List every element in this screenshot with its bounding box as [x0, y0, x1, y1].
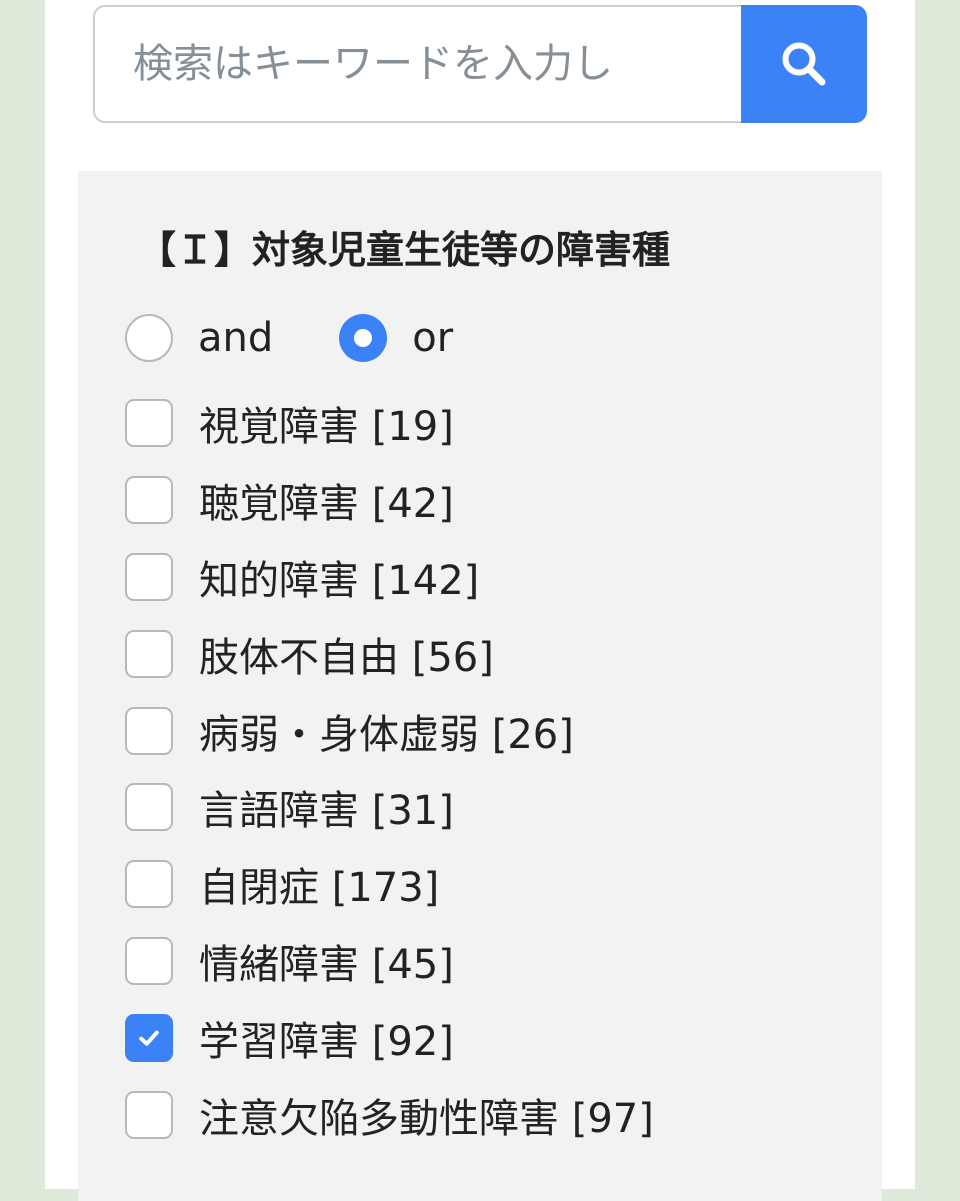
filter-panel: 【Ｉ】対象児童生徒等の障害種 and or 視覚障害 [19] 聴覚障害 [42… — [78, 171, 882, 1201]
checkbox-row[interactable]: 言語障害 [31] — [125, 769, 654, 846]
checkbox-row[interactable]: 肢体不自由 [56] — [125, 615, 654, 692]
checkbox-health-impairment[interactable] — [125, 706, 173, 755]
checkbox-adhd[interactable] — [125, 1090, 173, 1139]
checkbox-label: 聴覚障害 [42] — [199, 481, 454, 528]
checkbox-autism[interactable] — [125, 860, 173, 909]
checkbox-learning-disability[interactable] — [125, 1013, 173, 1062]
checkbox-intellectual-disability[interactable] — [125, 552, 173, 601]
checkbox-label: 視覚障害 [19] — [199, 404, 454, 451]
radio-and-label: and — [198, 315, 274, 361]
checkbox-row[interactable]: 病弱・身体虚弱 [26] — [125, 692, 654, 769]
checkbox-hearing-impairment[interactable] — [125, 476, 173, 525]
checkbox-label: 病弱・身体虚弱 [26] — [199, 711, 574, 758]
checkbox-label: 言語障害 [31] — [199, 788, 454, 835]
radio-or[interactable]: or — [339, 314, 453, 362]
page-container: 【Ｉ】対象児童生徒等の障害種 and or 視覚障害 [19] 聴覚障害 [42… — [45, 0, 915, 1201]
checkbox-label: 学習障害 [92] — [199, 1018, 454, 1065]
radio-and-button[interactable] — [125, 314, 173, 362]
radio-or-label: or — [412, 315, 454, 361]
search-button[interactable] — [741, 5, 867, 123]
match-mode-group: and or — [125, 313, 453, 363]
checkbox-row[interactable]: 視覚障害 [19] — [125, 385, 654, 462]
checkbox-row[interactable]: 知的障害 [142] — [125, 539, 654, 616]
checkbox-row[interactable]: 情緒障害 [45] — [125, 923, 654, 1000]
radio-and[interactable]: and — [125, 314, 273, 362]
checkbox-speech-impairment[interactable] — [125, 783, 173, 832]
checkbox-row[interactable]: 聴覚障害 [42] — [125, 462, 654, 539]
disability-type-list: 視覚障害 [19] 聴覚障害 [42] 知的障害 [142] 肢体不自由 [56… — [125, 385, 654, 1153]
checkbox-row[interactable]: 注意欠陥多動性障害 [97] — [125, 1076, 654, 1153]
checkbox-label: 情緒障害 [45] — [199, 941, 454, 988]
search-icon — [782, 42, 826, 86]
checkbox-row[interactable]: 学習障害 [92] — [125, 999, 654, 1076]
section-title: 【Ｉ】対象児童生徒等の障害種 — [138, 228, 671, 272]
checkbox-label: 知的障害 [142] — [199, 557, 480, 604]
search-bar — [93, 5, 867, 123]
search-input[interactable] — [93, 5, 741, 123]
checkbox-label: 自閉症 [173] — [199, 865, 440, 912]
checkbox-visual-impairment[interactable] — [125, 399, 173, 448]
checkbox-row[interactable]: 自閉症 [173] — [125, 846, 654, 923]
radio-or-button[interactable] — [339, 314, 388, 362]
checkbox-label: 肢体不自由 [56] — [199, 634, 494, 681]
checkbox-label: 注意欠陥多動性障害 [97] — [199, 1095, 654, 1142]
checkbox-physical-disability[interactable] — [125, 629, 173, 678]
checkbox-emotional-disturbance[interactable] — [125, 936, 173, 985]
